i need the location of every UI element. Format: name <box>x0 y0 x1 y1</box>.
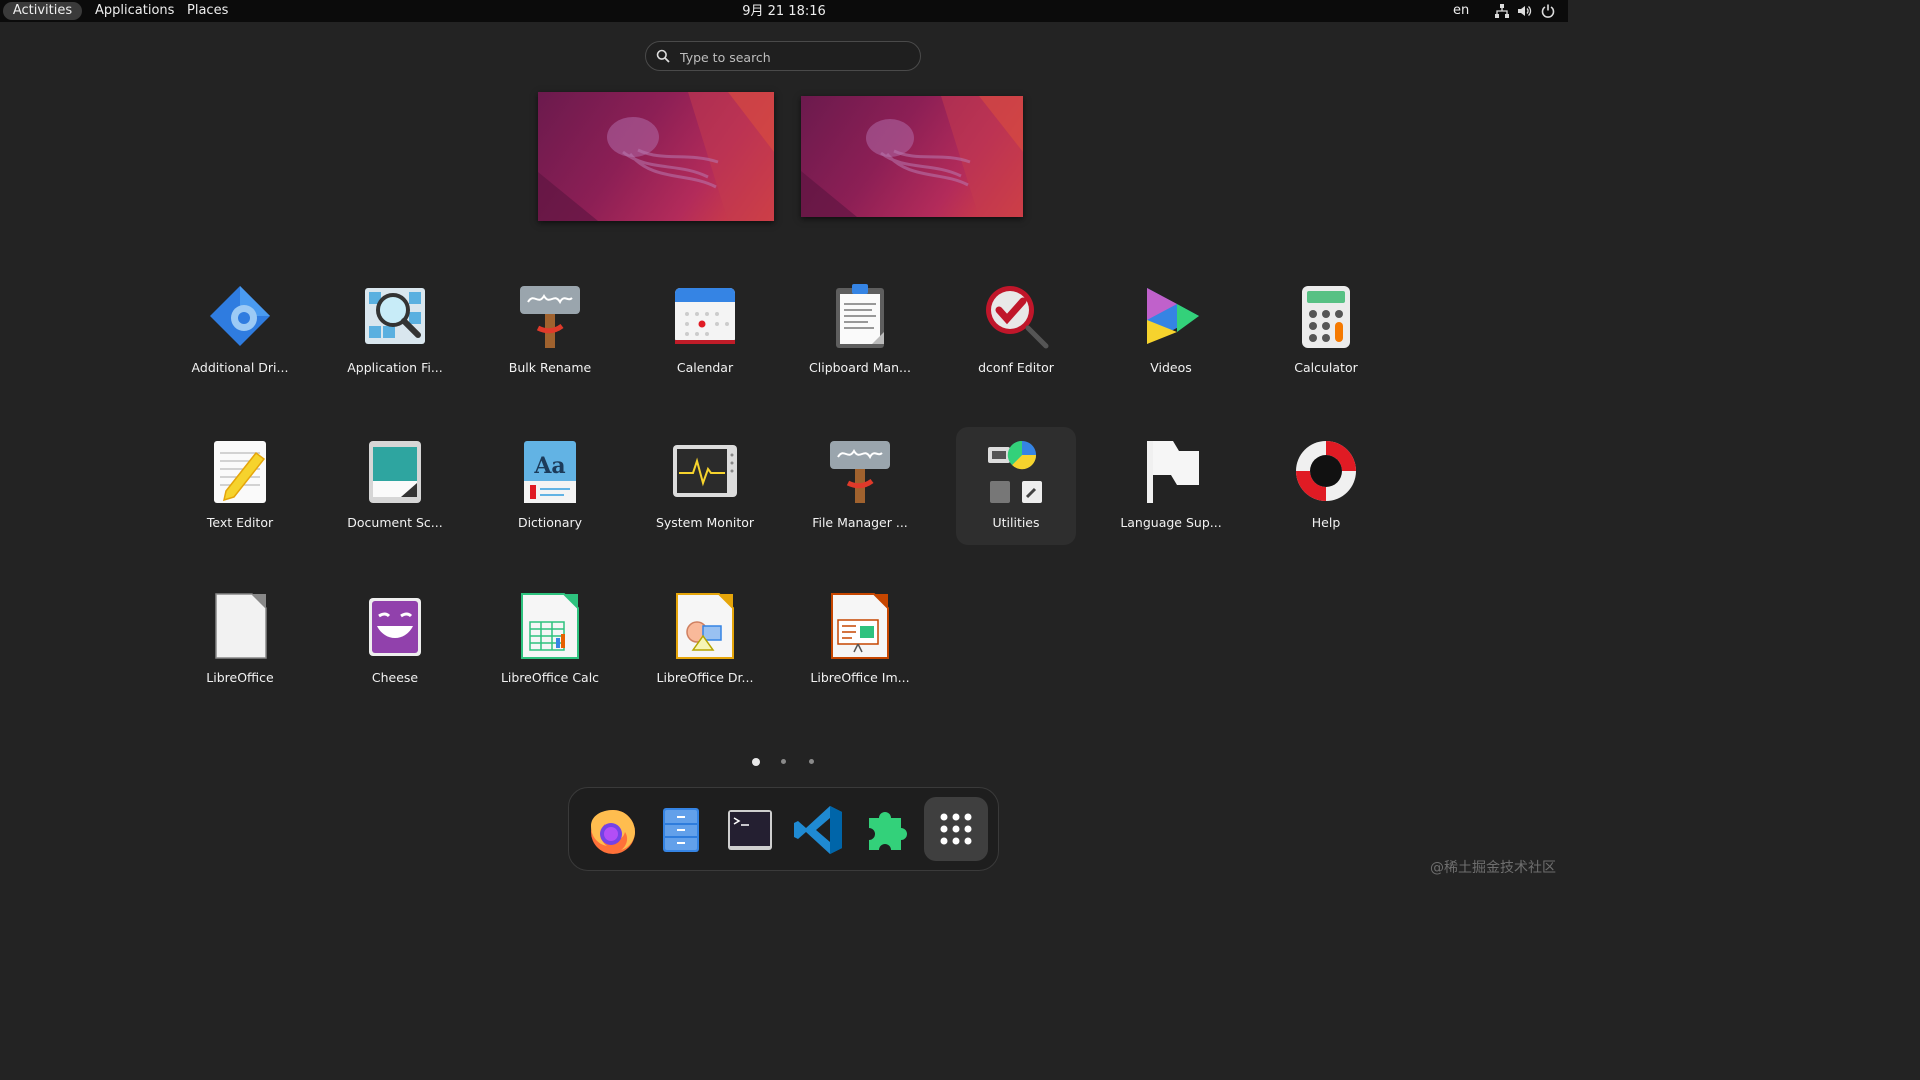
utilities-folder-icon <box>988 440 1042 503</box>
app-label: LibreOffice Calc <box>500 670 600 685</box>
app-label: Application Fi... <box>347 360 443 375</box>
page-indicator-1[interactable] <box>752 758 760 766</box>
calendar-icon <box>675 288 735 344</box>
application-finder-icon <box>365 288 425 344</box>
workspace-thumbnail-2[interactable] <box>801 96 1023 217</box>
dock <box>568 787 999 871</box>
app-label: Videos <box>1150 360 1192 375</box>
libreoffice-icon <box>215 593 267 659</box>
additional-drivers-icon <box>210 286 270 346</box>
network-icon[interactable] <box>1494 3 1510 19</box>
app-label: Utilities <box>992 515 1040 530</box>
app-document-scanner[interactable]: Document Sc... <box>335 427 455 545</box>
show-apps-button[interactable] <box>924 797 988 861</box>
clock[interactable]: 9月 21 18:16 <box>742 4 826 19</box>
app-language-support[interactable]: Language Sup... <box>1111 427 1231 545</box>
volume-icon[interactable] <box>1516 3 1532 19</box>
page-indicator-2[interactable] <box>781 759 786 764</box>
app-label: Calculator <box>1294 360 1358 375</box>
search-icon <box>656 49 670 63</box>
svg-text:Aa: Aa <box>533 453 565 479</box>
app-label: LibreOffice <box>206 670 274 685</box>
libreoffice-calc-icon <box>521 593 579 659</box>
app-label: System Monitor <box>655 515 755 530</box>
language-support-icon <box>1147 441 1199 503</box>
bulk-rename-icon <box>520 286 580 348</box>
app-file-manager-settings[interactable]: File Manager ... <box>800 427 920 545</box>
file-manager-settings-icon <box>830 441 890 503</box>
app-label: Calendar <box>676 360 734 375</box>
activities-button[interactable]: Activities <box>3 2 82 20</box>
show-apps-icon <box>940 813 972 845</box>
power-icon[interactable] <box>1540 3 1556 19</box>
app-bulk-rename[interactable]: Bulk Rename <box>490 272 610 390</box>
app-label: Cheese <box>371 670 419 685</box>
calculator-icon <box>1302 286 1350 348</box>
system-monitor-icon <box>673 445 737 497</box>
page-indicator-3[interactable] <box>809 759 814 764</box>
app-label: LibreOffice Dr... <box>656 670 754 685</box>
app-system-monitor[interactable]: System Monitor <box>645 427 765 545</box>
app-libreoffice-draw[interactable]: LibreOffice Dr... <box>645 582 765 700</box>
firefox-icon[interactable] <box>585 802 641 858</box>
app-text-editor[interactable]: Text Editor <box>180 427 300 545</box>
app-label: LibreOffice Im... <box>810 670 910 685</box>
text-editor-icon <box>214 441 266 503</box>
videos-icon <box>1147 288 1199 344</box>
cheese-icon <box>369 598 421 656</box>
jellyfish-wallpaper-image <box>801 96 1023 217</box>
app-dconf-editor[interactable]: dconf Editor <box>956 272 1076 390</box>
app-folder-utilities[interactable]: Utilities <box>956 427 1076 545</box>
libreoffice-draw-icon <box>676 593 734 659</box>
applications-menu[interactable]: Applications <box>95 0 174 21</box>
app-libreoffice[interactable]: LibreOffice <box>180 582 300 700</box>
app-label: Language Sup... <box>1120 515 1222 530</box>
app-calculator[interactable]: Calculator <box>1266 272 1386 390</box>
app-label: Bulk Rename <box>508 360 592 375</box>
input-language-indicator[interactable]: en <box>1453 0 1469 21</box>
places-menu[interactable]: Places <box>187 0 228 21</box>
app-help[interactable]: Help <box>1266 427 1386 545</box>
clipboard-manager-icon <box>836 284 884 348</box>
app-label: Help <box>1311 515 1341 530</box>
app-dictionary[interactable]: Aa Dictionary <box>490 427 610 545</box>
search-input[interactable] <box>678 42 912 72</box>
jellyfish-wallpaper-image <box>538 92 774 221</box>
app-label: Text Editor <box>206 515 274 530</box>
app-label: File Manager ... <box>812 515 908 530</box>
app-libreoffice-impress[interactable]: LibreOffice Im... <box>800 582 920 700</box>
top-bar: Activities Applications Places 9月 21 18:… <box>0 0 1568 22</box>
document-scanner-icon <box>369 441 421 503</box>
app-videos[interactable]: Videos <box>1111 272 1231 390</box>
app-additional-drivers[interactable]: Additional Dri... <box>180 272 300 390</box>
help-icon <box>1296 441 1356 501</box>
app-label: dconf Editor <box>978 360 1054 375</box>
app-calendar[interactable]: Calendar <box>645 272 765 390</box>
app-cheese[interactable]: Cheese <box>335 582 455 700</box>
libreoffice-impress-icon <box>831 593 889 659</box>
vscode-icon[interactable] <box>790 802 846 858</box>
search-box[interactable] <box>645 41 921 72</box>
workspace-thumbnail-1[interactable] <box>538 92 774 221</box>
dconf-editor-icon <box>986 286 1049 349</box>
extensions-icon[interactable] <box>859 802 915 858</box>
app-label: Clipboard Man... <box>809 360 911 375</box>
app-clipboard-manager[interactable]: Clipboard Man... <box>800 272 920 390</box>
dictionary-icon: Aa <box>524 441 576 503</box>
terminal-icon[interactable] <box>722 802 778 858</box>
app-label: Document Sc... <box>347 515 443 530</box>
app-label: Additional Dri... <box>191 360 289 375</box>
app-application-finder[interactable]: Application Fi... <box>335 272 455 390</box>
files-icon[interactable] <box>653 802 709 858</box>
watermark: @稀土掘金技术社区 <box>1430 860 1556 876</box>
app-label: Dictionary <box>517 515 583 530</box>
app-libreoffice-calc[interactable]: LibreOffice Calc <box>490 582 610 700</box>
